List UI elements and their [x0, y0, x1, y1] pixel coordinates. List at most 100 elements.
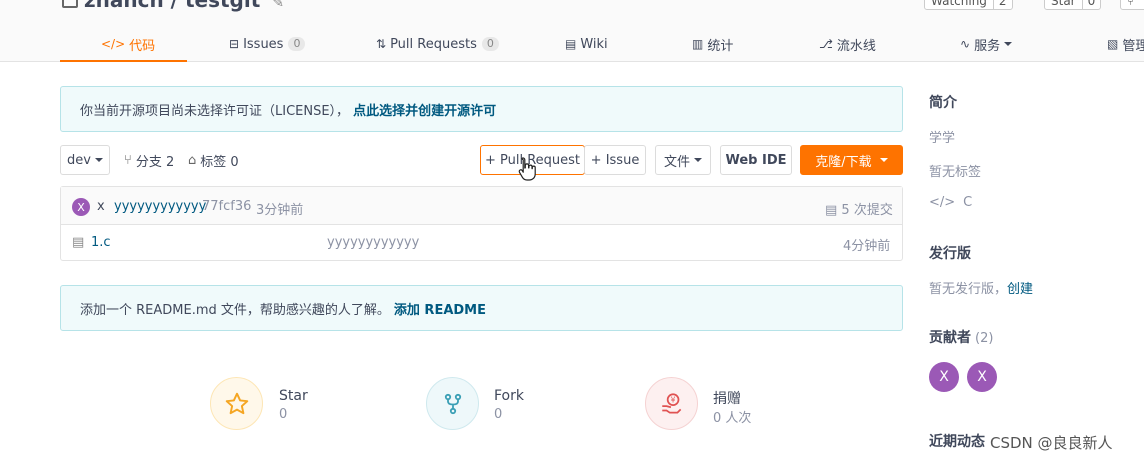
commit-time: 3分钟前 [256, 203, 304, 218]
star-stat-label: Star [279, 388, 308, 404]
file-table: X x yyyyyyyyyyyy 77fcf36 3分钟前 ▤ 5 次提交 ▤ … [60, 186, 903, 261]
file-commit-message[interactable]: yyyyyyyyyyyy [327, 235, 419, 250]
clone-download-button[interactable]: 克隆/下载 [800, 145, 903, 175]
release-info: 暂无发行版，创建 [929, 278, 1033, 297]
commit-message[interactable]: yyyyyyyyyyyy [114, 199, 206, 214]
add-readme-link[interactable]: 添加 README [394, 299, 486, 318]
donate-icon: ¥ [661, 392, 681, 414]
new-issue-label: + Issue [590, 152, 640, 168]
commit-hash[interactable]: 77fcf36 [202, 199, 251, 214]
release-title: 发行版 [929, 246, 971, 262]
code-icon: </> [929, 195, 956, 210]
tab-manage[interactable]: ▧ 管理 [1107, 26, 1144, 62]
tab-pull-requests[interactable]: ⇅ Pull Requests 0 [376, 26, 499, 62]
tab-service[interactable]: ∿ 服务 [960, 26, 1013, 62]
web-ide-label: Web IDE [725, 152, 787, 168]
active-tab-indicator [60, 60, 187, 62]
star-stat-button[interactable] [210, 377, 263, 430]
tab-issues[interactable]: ⊟ Issues 0 [229, 26, 306, 62]
manage-icon: ▧ [1107, 37, 1119, 51]
donate-stat-button[interactable]: ¥ [645, 377, 698, 430]
file-menu-button[interactable]: 文件 [655, 145, 711, 175]
tab-code[interactable]: </> 代码 [101, 26, 155, 62]
recommend-icon: ✎ [272, 0, 284, 11]
tag-icon: ⌂ [188, 152, 197, 168]
tags-label: 标签 0 [200, 154, 239, 170]
issues-count-badge: 0 [288, 37, 306, 51]
fork-stat-button[interactable] [426, 377, 479, 430]
branch-select[interactable]: dev [60, 145, 110, 175]
tab-wiki[interactable]: ▤ Wiki [565, 26, 608, 62]
pipeline-icon: ⎇ [819, 37, 833, 51]
donate-stat-label: 捐赠 [713, 391, 741, 407]
web-ide-button[interactable]: Web IDE [720, 145, 792, 175]
license-notice-text: 你当前开源项目尚未选择许可证（LICENSE）， [80, 103, 350, 119]
tab-pull-requests-label: Pull Requests [390, 36, 477, 52]
file-icon: ▤ [72, 235, 85, 250]
watch-button[interactable]: Watching 2 [924, 0, 1013, 10]
tab-manage-label: 管理 [1122, 38, 1144, 54]
commit-count-link[interactable]: ▤ 5 次提交 [825, 199, 893, 218]
star-stat-value: 0 [279, 407, 288, 422]
star-count: 0 [1081, 0, 1101, 9]
intro-text: 学学 [929, 131, 956, 146]
issues-icon: ⊟ [229, 37, 240, 51]
fork-stat-label: Fork [494, 388, 524, 404]
commits-icon: ▤ [825, 203, 842, 218]
fork-button[interactable]: ⑂ [1120, 0, 1144, 10]
pull-request-icon: ⇅ [376, 37, 387, 51]
file-menu-label: 文件 [663, 154, 690, 170]
commit-count: 5 次提交 [841, 203, 893, 218]
avatar[interactable]: X [72, 198, 90, 216]
fork-icon [444, 393, 461, 414]
tags-link[interactable]: ⌂ 标签 0 [188, 145, 239, 175]
file-name[interactable]: 1.c [91, 235, 111, 250]
release-text: 暂无发行版， [929, 282, 1008, 297]
language-label: C [963, 195, 973, 210]
repo-book-icon [62, 0, 78, 8]
chevron-down-icon [94, 158, 103, 162]
avatar[interactable]: X [929, 362, 959, 392]
donate-stat-value: 0 人次 [713, 411, 752, 426]
clone-download-label: 克隆/下载 [815, 154, 872, 170]
star-button[interactable]: Star 0 [1044, 0, 1102, 10]
watermark-text: CSDN @良良新人 [990, 434, 1113, 452]
readme-notice-text: 添加一个 README.md 文件，帮助感兴趣的人了解。 [80, 302, 390, 318]
create-license-link[interactable]: 点此选择并创建开源许可 [353, 100, 496, 119]
chart-icon: ▥ [692, 37, 704, 51]
avatar[interactable]: X [967, 362, 997, 392]
star-label: Star [1051, 0, 1076, 8]
wiki-icon: ▤ [565, 37, 577, 51]
tags-text: 暂无标签 [929, 165, 982, 180]
fork-stat-value: 0 [494, 407, 503, 422]
activity-title: 近期动态 [929, 434, 985, 450]
intro-title: 简介 [929, 95, 957, 111]
watch-label: Watching [931, 0, 987, 8]
tab-service-label: 服务 [974, 38, 1001, 54]
file-time: 4分钟前 [843, 239, 891, 254]
branches-link[interactable]: ⑂ 分支 2 [124, 145, 174, 175]
new-issue-button[interactable]: + Issue [584, 145, 646, 175]
contributors-title-text: 贡献者 [929, 330, 971, 346]
file-row: ▤ 1.c yyyyyyyyyyyy 4分钟前 [61, 225, 902, 260]
create-release-link[interactable]: 创建 [1007, 282, 1033, 297]
tab-wiki-label: Wiki [580, 36, 608, 52]
pull-requests-count-badge: 0 [481, 37, 499, 51]
svg-text:¥: ¥ [670, 395, 675, 404]
tab-pipeline-label: 流水线 [836, 38, 876, 54]
tab-stats-label: 统计 [707, 38, 734, 54]
contributors-title: 贡献者 (2) [929, 327, 993, 347]
chevron-down-icon [879, 158, 888, 162]
branches-label: 分支 2 [135, 154, 175, 170]
language-item[interactable]: </> C [929, 195, 972, 210]
watch-count: 2 [992, 0, 1012, 9]
tab-stats[interactable]: ▥ 统计 [692, 26, 733, 62]
repo-title[interactable]: zhanch / testgit ✎ [62, 0, 284, 12]
branch-icon: ⑂ [124, 152, 132, 168]
contributors-count: (2) [975, 331, 994, 346]
commit-author[interactable]: x [97, 199, 105, 214]
license-notice: 你当前开源项目尚未选择许可证（LICENSE）， 点此选择并创建开源许可 [60, 86, 903, 132]
tab-code-label: 代码 [129, 38, 156, 54]
tab-pipeline[interactable]: ⎇ 流水线 [819, 26, 876, 62]
star-icon [225, 392, 248, 414]
